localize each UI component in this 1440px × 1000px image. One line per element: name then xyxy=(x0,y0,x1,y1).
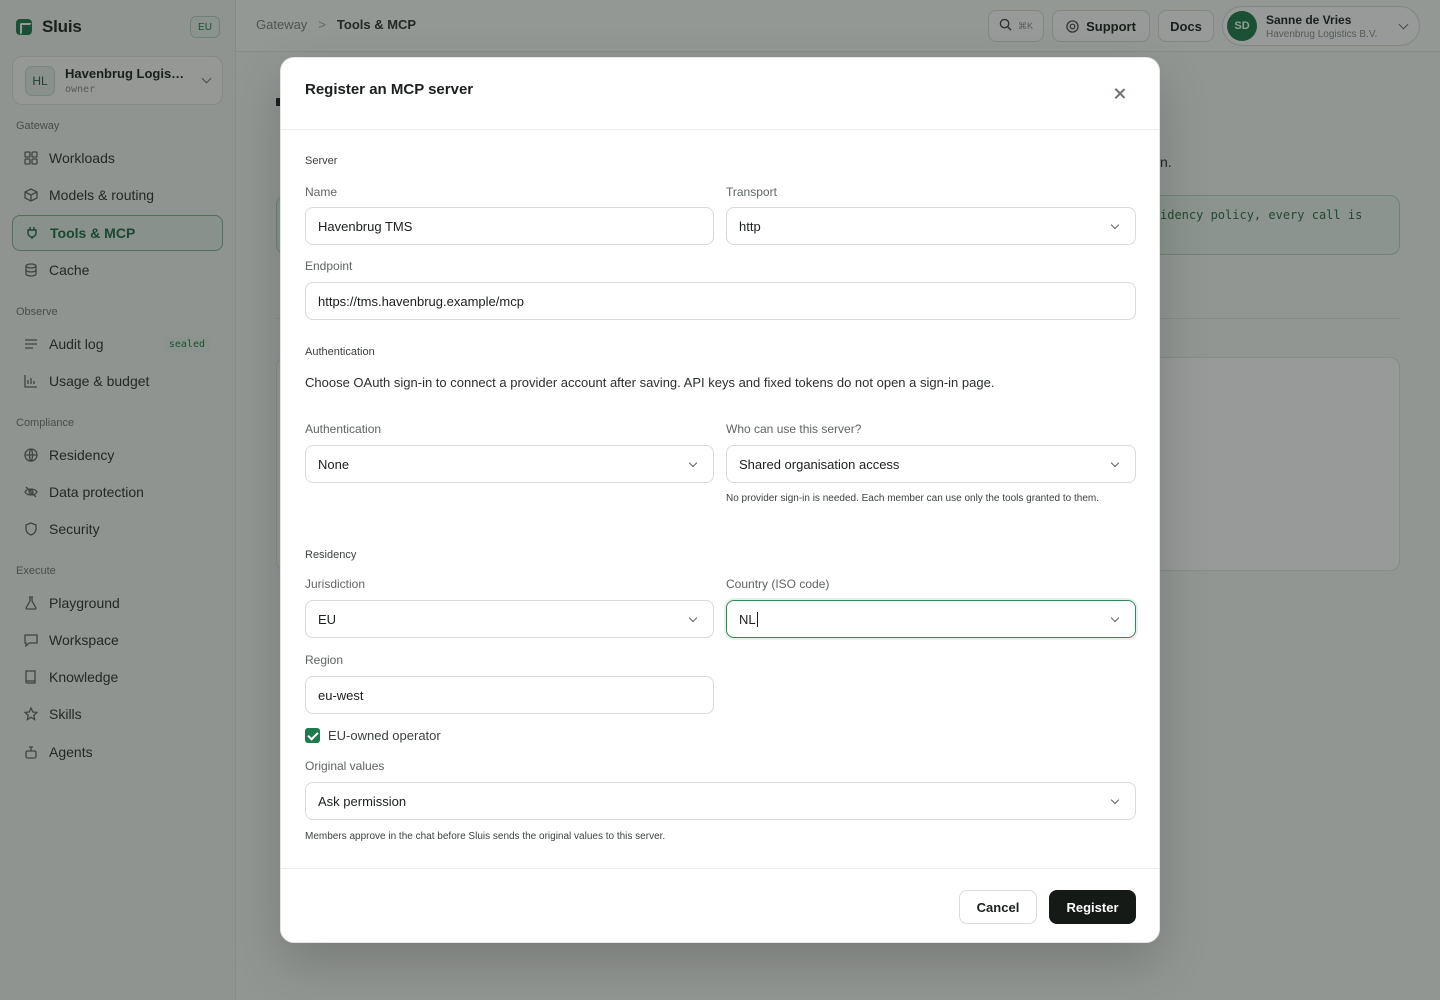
dialog-title: Register an MCP server xyxy=(305,81,474,98)
close-icon[interactable] xyxy=(1111,85,1129,103)
transport-value: http xyxy=(739,218,761,234)
access-label: Who can use this server? xyxy=(726,422,862,436)
auth-description: Choose OAuth sign-in to connect a provid… xyxy=(305,375,995,390)
access-select[interactable]: Shared organisation access xyxy=(726,445,1136,483)
region-input[interactable]: eu-west xyxy=(305,676,714,714)
name-input[interactable]: Havenbrug TMS xyxy=(305,207,714,245)
name-label: Name xyxy=(305,185,338,199)
endpoint-label: Endpoint xyxy=(305,259,353,273)
eu-owned-checkbox[interactable] xyxy=(305,728,320,743)
endpoint-input[interactable]: https://tms.havenbrug.example/mcp xyxy=(305,282,1136,320)
cancel-button[interactable]: Cancel xyxy=(959,890,1037,924)
section-residency: Residency xyxy=(305,549,357,561)
jurisdiction-label: Jurisdiction xyxy=(305,577,366,591)
transport-label: Transport xyxy=(726,185,777,199)
original-values-help: Members approve in the chat before Sluis… xyxy=(305,831,666,842)
original-values-label: Original values xyxy=(305,759,385,773)
auth-select[interactable]: None xyxy=(305,445,714,483)
jurisdiction-value: EU xyxy=(318,611,337,627)
original-values-value: Ask permission xyxy=(318,793,407,809)
country-value: NL xyxy=(739,611,756,627)
region-value: eu-west xyxy=(318,687,364,703)
original-values-select[interactable]: Ask permission xyxy=(305,782,1136,820)
dialog-footer: Cancel Register xyxy=(281,868,1159,944)
auth-value: None xyxy=(318,456,350,472)
dialog-header: Register an MCP server xyxy=(281,58,1159,130)
eu-owned-label: EU-owned operator xyxy=(328,728,441,743)
access-help: No provider sign-in is needed. Each memb… xyxy=(726,493,1099,504)
register-mcp-dialog: Register an MCP server Server Name Haven… xyxy=(280,57,1160,943)
auth-label: Authentication xyxy=(305,422,382,436)
jurisdiction-select[interactable]: EU xyxy=(305,600,714,638)
name-value: Havenbrug TMS xyxy=(318,218,413,234)
endpoint-value: https://tms.havenbrug.example/mcp xyxy=(318,293,524,309)
region-label: Region xyxy=(305,653,344,667)
access-value: Shared organisation access xyxy=(739,456,900,472)
section-server: Server xyxy=(305,155,338,167)
transport-select[interactable]: http xyxy=(726,207,1136,245)
section-authentication: Authentication xyxy=(305,346,375,358)
eu-owned-checkbox-row[interactable]: EU-owned operator xyxy=(305,728,441,743)
register-button[interactable]: Register xyxy=(1049,890,1136,924)
text-caret xyxy=(756,611,758,627)
country-label: Country (ISO code) xyxy=(726,577,830,591)
country-select[interactable]: NL xyxy=(726,600,1136,638)
